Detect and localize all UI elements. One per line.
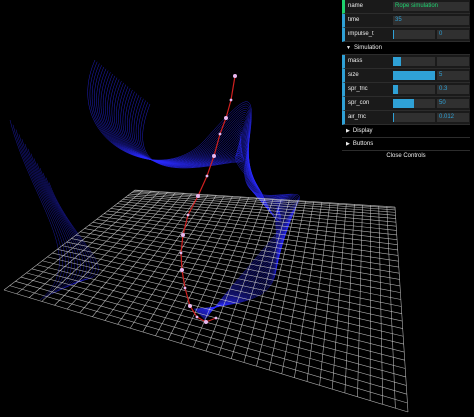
name-label: name	[348, 3, 364, 9]
impulse-slider[interactable]	[393, 30, 435, 39]
param-label: mass	[348, 58, 363, 64]
folder-buttons[interactable]: ▶ Buttons	[342, 138, 470, 151]
rope-node	[180, 268, 184, 272]
ground-grid	[3, 189, 409, 413]
rope-node	[195, 315, 199, 319]
name-control: name Rope simulation	[342, 0, 470, 14]
folder-simulation[interactable]: ▼ Simulation	[342, 42, 470, 55]
folder-simulation-label: Simulation	[353, 45, 382, 51]
time-label: time	[348, 17, 360, 23]
param-slider[interactable]	[393, 71, 435, 80]
triangle-right-icon: ▶	[346, 128, 350, 134]
impulse-slider-fill	[393, 30, 394, 39]
param-control-air_fric: air_fric 0.012	[342, 111, 470, 125]
rope-node	[204, 320, 208, 324]
param-control-spr_con: spr_con 50	[342, 97, 470, 111]
triangle-right-icon: ▶	[346, 141, 350, 147]
folder-buttons-label: Buttons	[352, 141, 374, 147]
param-slider[interactable]	[393, 57, 435, 66]
close-controls-button[interactable]: Close Controls	[342, 151, 470, 162]
param-slider-fill	[393, 113, 395, 122]
rope-node	[212, 154, 216, 158]
impulse-value[interactable]: 0	[437, 30, 469, 39]
controls-panel: name Rope simulation time 35 impulse_t 0…	[342, 0, 470, 162]
rope-node	[181, 233, 185, 237]
triangle-down-icon: ▼	[346, 45, 351, 51]
param-value[interactable]: 0.3	[437, 85, 469, 94]
rope-node	[179, 251, 183, 255]
rope-node	[218, 132, 222, 136]
impulse-control: impulse_t 0	[342, 28, 470, 42]
param-slider[interactable]	[393, 113, 435, 122]
param-control-spr_fric: spr_fric 0.3	[342, 83, 470, 97]
rope-node	[233, 74, 237, 78]
rope-node	[229, 98, 233, 102]
impulse-label: impulse_t	[348, 31, 374, 37]
motion-trails	[9, 59, 300, 321]
param-slider[interactable]	[393, 85, 435, 94]
param-slider-fill	[393, 85, 399, 94]
param-label: spr_fric	[348, 86, 368, 92]
folder-display[interactable]: ▶ Display	[342, 125, 470, 138]
param-value[interactable]: 0.012	[437, 113, 469, 122]
rope-node	[214, 316, 218, 320]
param-slider-fill	[393, 99, 414, 108]
param-label: size	[348, 72, 359, 78]
param-slider-fill	[393, 71, 435, 80]
param-value[interactable]: 50	[437, 99, 469, 108]
rope-node	[196, 194, 200, 198]
rope-node	[188, 304, 192, 308]
time-control: time 35	[342, 14, 470, 28]
rope-node	[183, 286, 187, 290]
folder-display-label: Display	[352, 128, 373, 134]
simulation-params: mass size 5 spr_fric 0.3 spr_con 50 air_fric 0.0…	[342, 55, 470, 125]
rope-node	[224, 116, 228, 120]
param-value[interactable]	[437, 57, 469, 66]
name-input[interactable]: Rope simulation	[393, 2, 469, 11]
param-slider-fill	[393, 57, 402, 66]
param-control-mass: mass	[342, 55, 470, 69]
rope-node	[205, 174, 209, 178]
param-slider[interactable]	[393, 99, 435, 108]
rope-node	[186, 213, 190, 217]
time-input[interactable]: 35	[393, 16, 469, 25]
param-value[interactable]: 5	[437, 71, 469, 80]
param-control-size: size 5	[342, 69, 470, 83]
param-label: spr_con	[348, 100, 370, 106]
param-label: air_fric	[348, 114, 367, 120]
